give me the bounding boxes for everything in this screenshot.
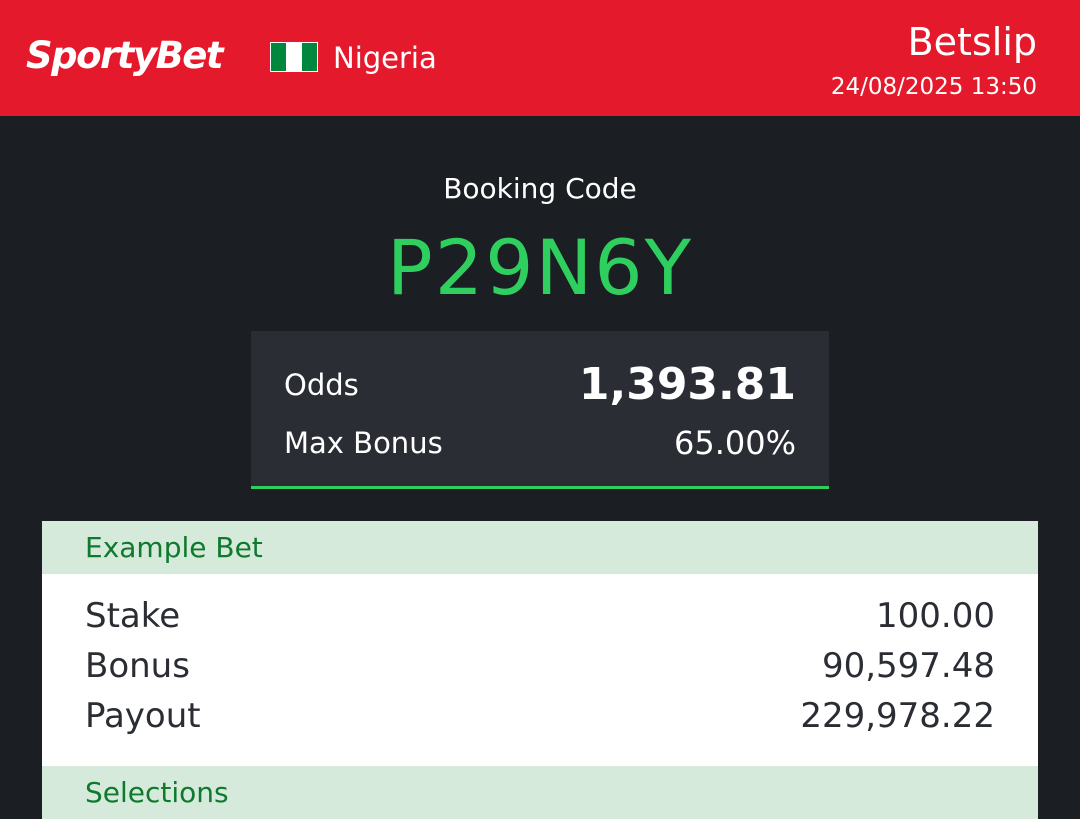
bonus-value: 90,597.48 — [821, 646, 995, 686]
payout-label: Payout — [85, 696, 201, 736]
example-bet-header: Example Bet — [42, 521, 1038, 574]
payout-value: 229,978.22 — [800, 696, 995, 736]
example-bet-card: Example Bet Stake 100.00 Bonus 90,597.48… — [42, 521, 1038, 819]
example-bet-title: Example Bet — [85, 531, 263, 564]
selections-header: Selections — [42, 766, 1038, 819]
app-header: SportyBet Nigeria Betslip 24/08/2025 13:… — [0, 0, 1080, 116]
nigeria-flag-icon — [270, 42, 318, 72]
booking-code-label: Booking Code — [443, 172, 637, 205]
odds-summary-box: Odds 1,393.81 Max Bonus 65.00% — [251, 331, 829, 489]
bonus-label: Bonus — [85, 646, 190, 686]
odds-value: 1,393.81 — [578, 359, 796, 410]
sportybet-logo[interactable]: SportyBet — [26, 32, 224, 80]
booking-code: P29N6Y — [386, 223, 694, 312]
page-title: Betslip — [907, 20, 1037, 64]
max-bonus-label: Max Bonus — [284, 426, 443, 460]
selections-title: Selections — [85, 776, 229, 809]
stake-value: 100.00 — [876, 596, 995, 636]
max-bonus-value: 65.00% — [673, 424, 796, 462]
odds-label: Odds — [284, 368, 359, 402]
stake-label: Stake — [85, 596, 181, 636]
timestamp: 24/08/2025 13:50 — [830, 74, 1037, 100]
country-label: Nigeria — [333, 41, 437, 75]
